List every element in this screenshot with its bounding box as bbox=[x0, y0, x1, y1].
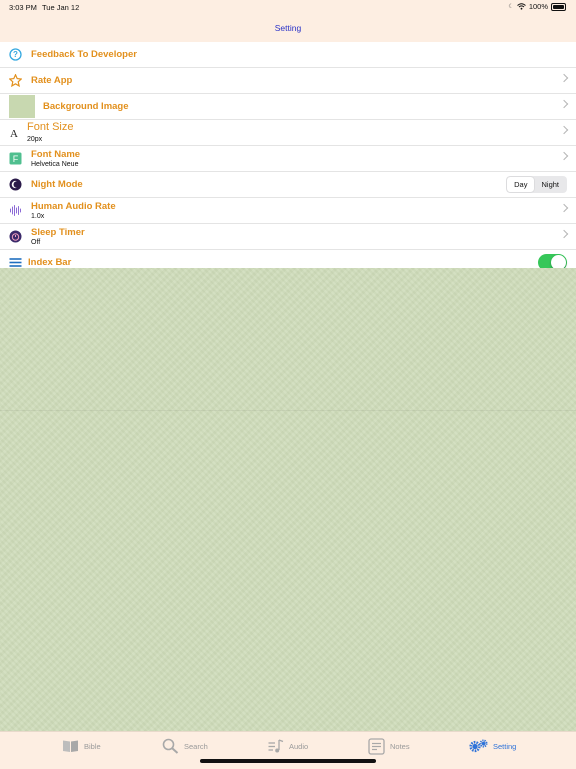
segment-day[interactable]: Day bbox=[507, 177, 535, 192]
magnifier-icon bbox=[162, 738, 179, 754]
setting-value: Helvetica Neue bbox=[31, 161, 79, 168]
tab-bar: Bible Search Audio Notes Setting bbox=[0, 731, 576, 769]
chevron-right-icon bbox=[559, 125, 569, 135]
gears-icon bbox=[469, 739, 488, 753]
tab-label: Notes bbox=[390, 741, 410, 751]
setting-value: Off bbox=[31, 239, 41, 246]
setting-row-font-name[interactable]: F Font Name Helvetica Neue bbox=[0, 146, 576, 172]
tab-label: Bible bbox=[84, 741, 101, 751]
settings-list: ? Feedback To Developer Rate App Backgro… bbox=[0, 42, 576, 276]
setting-row-human-audio-rate[interactable]: Human Audio Rate 1.0x bbox=[0, 198, 576, 224]
night-moon-icon bbox=[9, 178, 22, 191]
font-name-icon: F bbox=[9, 152, 22, 165]
battery-icon bbox=[551, 2, 566, 11]
svg-text:A: A bbox=[10, 128, 18, 139]
setting-title: Font Size bbox=[27, 121, 74, 133]
sleep-timer-icon bbox=[9, 230, 22, 243]
feedback-question-icon: ? bbox=[9, 48, 22, 61]
moon-icon: ☾ bbox=[508, 4, 514, 10]
setting-value: 20px bbox=[27, 136, 43, 143]
star-icon bbox=[9, 74, 22, 87]
background-paper-area bbox=[0, 268, 576, 731]
setting-title: Font Name bbox=[31, 149, 81, 160]
note-icon bbox=[368, 737, 385, 755]
nav-bar: Setting bbox=[0, 14, 576, 43]
chevron-right-icon bbox=[559, 151, 569, 161]
setting-title: Human Audio Rate bbox=[31, 201, 116, 212]
book-icon bbox=[63, 740, 78, 752]
status-right: ☾ 100% bbox=[508, 2, 566, 11]
setting-title: Feedback To Developer bbox=[31, 49, 137, 60]
chevron-right-icon bbox=[559, 73, 569, 83]
setting-title: Night Mode bbox=[31, 179, 83, 190]
page-title: Setting bbox=[274, 23, 302, 33]
setting-row-background-image[interactable]: Background Image bbox=[0, 94, 576, 120]
setting-row-rate-app[interactable]: Rate App bbox=[0, 68, 576, 94]
svg-text:F: F bbox=[13, 154, 19, 164]
setting-title: Rate App bbox=[31, 75, 73, 86]
status-time: 3:03 PM bbox=[9, 3, 37, 12]
tab-label: Setting bbox=[493, 741, 517, 751]
font-size-icon: A bbox=[10, 128, 18, 139]
tab-setting[interactable]: Setting bbox=[469, 738, 516, 754]
chevron-right-icon bbox=[559, 99, 569, 109]
tab-label: Search bbox=[184, 741, 208, 751]
segment-night[interactable]: Night bbox=[534, 177, 566, 192]
setting-value: 1.0x bbox=[31, 213, 45, 220]
tab-search[interactable]: Search bbox=[162, 738, 208, 754]
setting-row-night-mode: Night Mode Day Night bbox=[0, 172, 576, 198]
audio-waveform-icon bbox=[10, 205, 21, 216]
status-date: Tue Jan 12 bbox=[42, 3, 80, 12]
music-list-icon bbox=[268, 738, 284, 752]
setting-row-sleep-timer[interactable]: Sleep Timer Off bbox=[0, 224, 576, 250]
setting-title: Background Image bbox=[43, 101, 129, 112]
chevron-right-icon bbox=[559, 203, 569, 213]
svg-text:?: ? bbox=[13, 50, 18, 59]
tab-label: Audio bbox=[289, 741, 309, 751]
background-thumbnail bbox=[9, 95, 35, 118]
chevron-right-icon bbox=[559, 229, 569, 239]
tab-audio[interactable]: Audio bbox=[268, 738, 308, 754]
setting-title: Sleep Timer bbox=[31, 227, 85, 238]
home-indicator bbox=[200, 759, 376, 763]
setting-title: Index Bar bbox=[28, 257, 72, 268]
setting-row-feedback[interactable]: ? Feedback To Developer bbox=[0, 42, 576, 68]
texture-seam bbox=[0, 410, 576, 411]
wifi-icon bbox=[516, 3, 526, 10]
tab-bible[interactable]: Bible bbox=[62, 738, 101, 754]
status-bar: 3:03 PM Tue Jan 12 ☾ 100% bbox=[0, 0, 576, 14]
tab-notes[interactable]: Notes bbox=[368, 737, 410, 755]
battery-percent: 100% bbox=[528, 2, 548, 11]
night-mode-segmented-control[interactable]: Day Night bbox=[506, 176, 567, 193]
setting-row-font-size[interactable]: A Font Size 20px bbox=[0, 120, 576, 146]
